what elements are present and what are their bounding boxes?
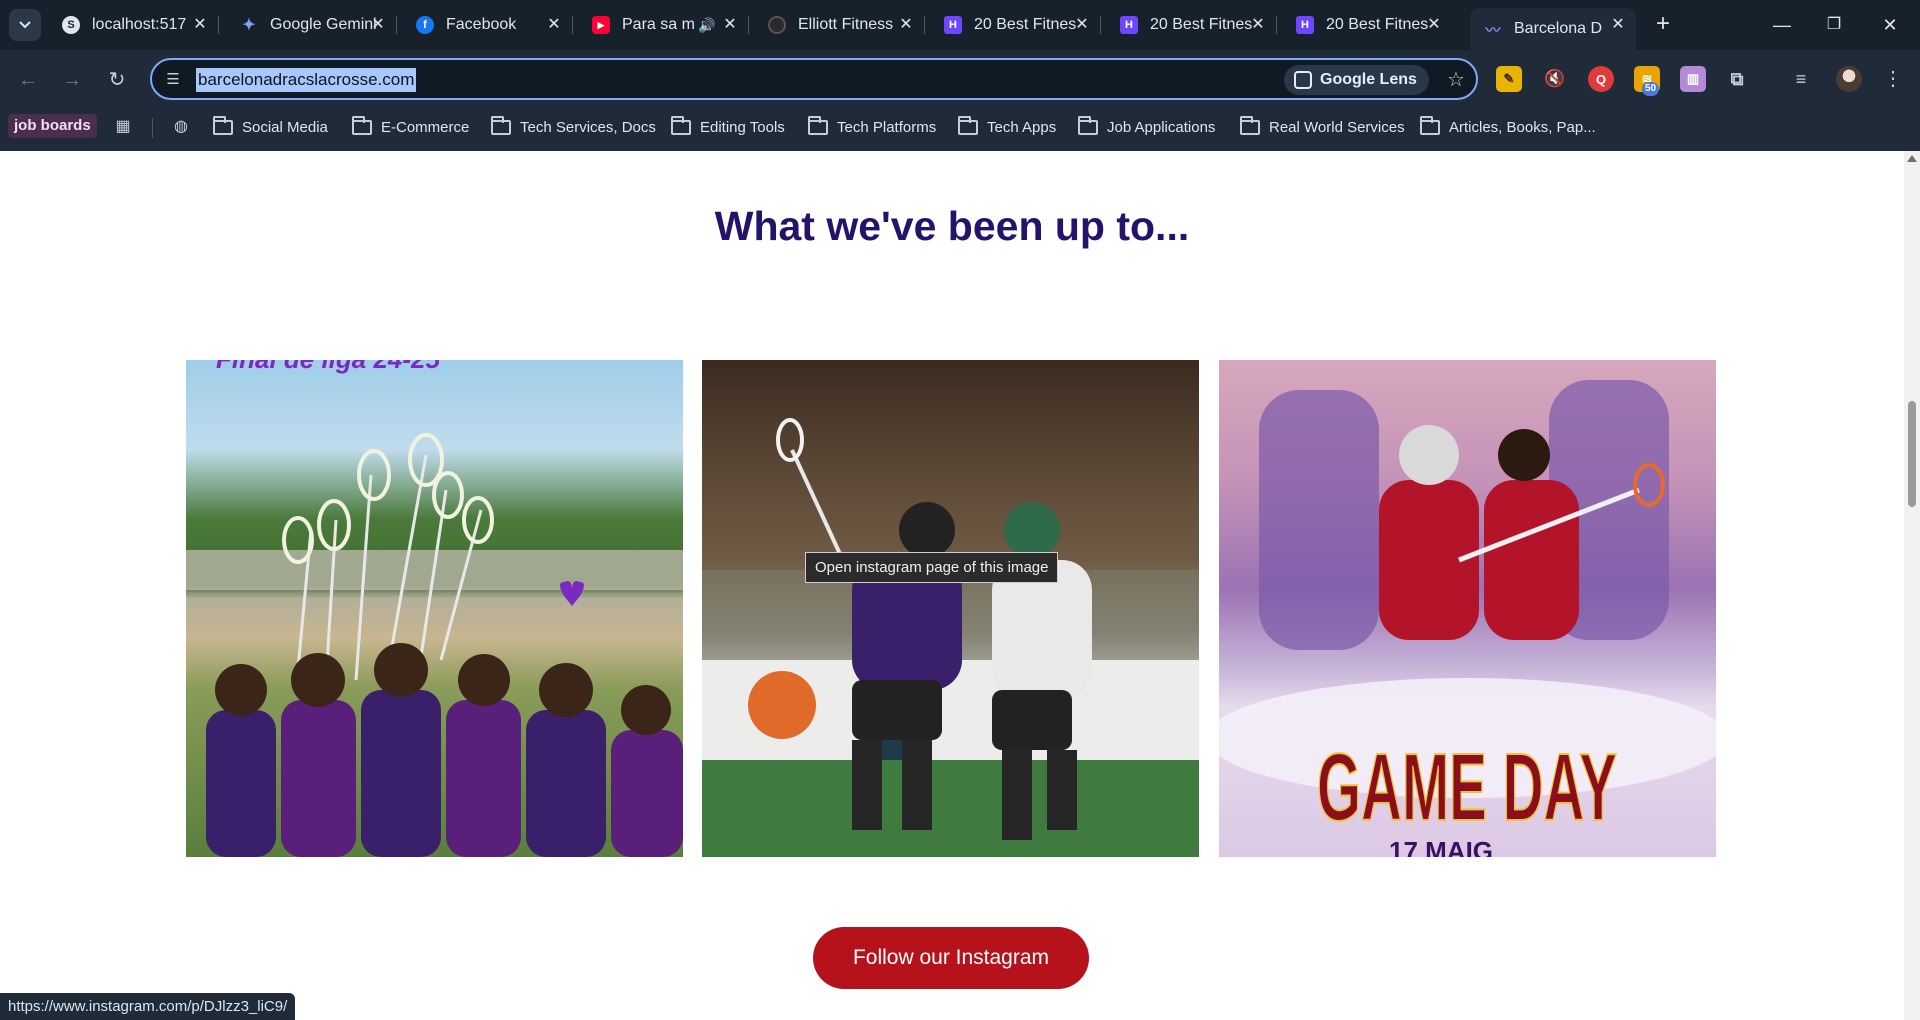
tab-elliott-fitness[interactable]: Elliott Fitness ✕ — [754, 8, 925, 42]
instagram-post-2[interactable] — [702, 360, 1199, 857]
close-icon[interactable]: ✕ — [1424, 15, 1444, 35]
restore-button[interactable]: ❐ — [1814, 10, 1854, 40]
url-text[interactable]: barcelonadracslacrosse.com — [196, 68, 417, 92]
tab-barcelona-dracs[interactable]: 〰 Barcelona Dr ✕ — [1470, 8, 1636, 50]
game-day-date: 17 MAIG — [1389, 836, 1493, 857]
gemini-icon: ✦ — [242, 17, 256, 34]
sponsor-logo — [748, 671, 816, 739]
back-button[interactable]: ← — [12, 64, 44, 96]
elliott-icon — [768, 16, 786, 34]
h-logo-icon: H — [944, 16, 962, 34]
page-icon: S — [62, 16, 80, 34]
bookmarks-bar: job boards ▦ ◍ Social Media E-Commerce T… — [0, 110, 1920, 148]
vertical-scrollbar[interactable] — [1904, 151, 1920, 1020]
page-content: What we've been up to... GAME DAY 17 MAI… — [0, 151, 1904, 1020]
puzzle-icon[interactable]: ⧉ — [1724, 66, 1750, 92]
close-icon[interactable]: ✕ — [544, 15, 564, 35]
address-bar[interactable]: ☰ barcelonadracslacrosse.com Google Lens… — [150, 58, 1478, 100]
folder-icon — [958, 115, 978, 135]
globe-icon[interactable]: ◍ — [171, 117, 191, 137]
tab-fitness-1[interactable]: H 20 Best Fitnes ✕ — [930, 8, 1101, 42]
new-tab-button[interactable]: + — [1650, 12, 1676, 38]
folder-icon — [1420, 115, 1440, 135]
close-icon[interactable]: ✕ — [1072, 15, 1092, 35]
bookmark-folder-articles[interactable]: Articles, Books, Pap... — [1420, 114, 1596, 140]
close-icon[interactable]: ✕ — [368, 15, 388, 35]
close-icon[interactable]: ✕ — [1608, 15, 1628, 35]
players-action-photo — [702, 418, 1199, 857]
h-logo-icon: H — [1296, 16, 1314, 34]
folder-icon — [352, 115, 372, 135]
bookmark-folder-job-applications[interactable]: Job Applications — [1078, 114, 1215, 140]
team-huddle-photo: Final de liga 24-25 — [186, 360, 683, 857]
chevron-down-icon — [19, 21, 31, 29]
post-caption: Final de liga 24-25 — [216, 360, 441, 374]
folder-icon — [1078, 115, 1098, 135]
camera-icon — [1294, 71, 1312, 89]
bookmark-folder-editing-tools[interactable]: Editing Tools — [671, 114, 785, 140]
h-logo-icon: H — [1120, 16, 1138, 34]
avatar[interactable] — [1836, 66, 1862, 92]
apps-grid-icon[interactable]: ▦ — [113, 117, 133, 137]
youtube-icon: ▶ — [592, 16, 610, 34]
bookmark-folder-tech-platforms[interactable]: Tech Platforms — [808, 114, 936, 140]
close-window-button[interactable]: ✕ — [1870, 10, 1910, 40]
bookmark-folder-social-media[interactable]: Social Media — [213, 114, 328, 140]
scroll-up-arrow-icon[interactable] — [1907, 155, 1917, 162]
mute-icon[interactable]: 🔇 — [1542, 66, 1568, 92]
highlighter-extension-icon[interactable]: ✎ — [1496, 66, 1522, 92]
search-extension-icon[interactable]: Q — [1588, 66, 1614, 92]
folder-icon — [1240, 115, 1260, 135]
extension-badge: 50 — [1642, 82, 1660, 96]
follow-instagram-button[interactable]: Follow our Instagram — [813, 927, 1089, 989]
image-tooltip: Open instagram page of this image — [805, 552, 1059, 583]
bookmark-folder-e-commerce[interactable]: E-Commerce — [352, 114, 469, 140]
status-bar-url: https://www.instagram.com/p/DJlzz3_liC9/ — [0, 993, 296, 1020]
tab-strip: S localhost:517 ✕ ✦ Google Gemini ✕ f Fa… — [0, 0, 1920, 50]
close-icon[interactable]: ✕ — [1248, 15, 1268, 35]
reload-button[interactable]: ↻ — [101, 64, 133, 96]
tab-gemini[interactable]: ✦ Google Gemini ✕ — [226, 8, 397, 42]
speaker-icon[interactable]: 🔊 — [698, 17, 715, 34]
tab-fitness-2[interactable]: H 20 Best Fitnes ✕ — [1106, 8, 1277, 42]
bookmark-folder-real-world-services[interactable]: Real World Services — [1240, 114, 1405, 140]
tab-facebook[interactable]: f Facebook ✕ — [402, 8, 573, 42]
minimize-button[interactable]: — — [1762, 10, 1802, 40]
bookmark-folder-tech-apps[interactable]: Tech Apps — [958, 114, 1056, 140]
close-icon[interactable]: ✕ — [896, 15, 916, 35]
instagram-post-3[interactable]: GAME DAY 17 MAIG — [1219, 360, 1716, 857]
folder-icon — [671, 115, 691, 135]
dragon-icon: 〰 — [1485, 21, 1501, 39]
facebook-icon: f — [416, 16, 434, 34]
tab-search-button[interactable] — [9, 9, 41, 41]
bookmark-star-icon[interactable]: ☆ — [1442, 66, 1470, 94]
game-day-title: GAME DAY — [1317, 734, 1617, 841]
close-icon[interactable]: ✕ — [720, 15, 740, 35]
forward-button[interactable]: → — [56, 64, 88, 96]
google-lens-button[interactable]: Google Lens — [1284, 65, 1429, 95]
bookmark-folder-tech-services[interactable]: Tech Services, Docs — [491, 114, 656, 140]
site-settings-icon[interactable]: ☰ — [162, 69, 184, 91]
media-controls-icon[interactable]: ≡ — [1788, 66, 1814, 92]
browser-chrome: S localhost:517 ✕ ✦ Google Gemini ✕ f Fa… — [0, 0, 1920, 151]
close-icon[interactable]: ✕ — [190, 15, 210, 35]
scroll-thumb[interactable] — [1908, 401, 1916, 507]
instagram-post-1[interactable]: Final de liga 24-25 — [186, 360, 683, 857]
reader-extension-icon[interactable]: ▥ — [1680, 66, 1706, 92]
tab-localhost[interactable]: S localhost:517 ✕ — [48, 8, 219, 42]
section-heading: What we've been up to... — [714, 203, 1190, 249]
game-day-poster: GAME DAY 17 MAIG — [1219, 380, 1716, 857]
folder-icon — [213, 115, 233, 135]
kebab-menu-icon[interactable]: ⋮ — [1880, 64, 1906, 94]
folder-icon — [808, 115, 828, 135]
folder-icon — [491, 115, 511, 135]
bookmark-job-boards[interactable]: job boards — [8, 114, 97, 138]
tab-fitness-3[interactable]: H 20 Best Fitnes ✕ — [1282, 8, 1452, 42]
tab-youtube[interactable]: ▶ Para sa m 🔊 ✕ — [578, 8, 749, 42]
